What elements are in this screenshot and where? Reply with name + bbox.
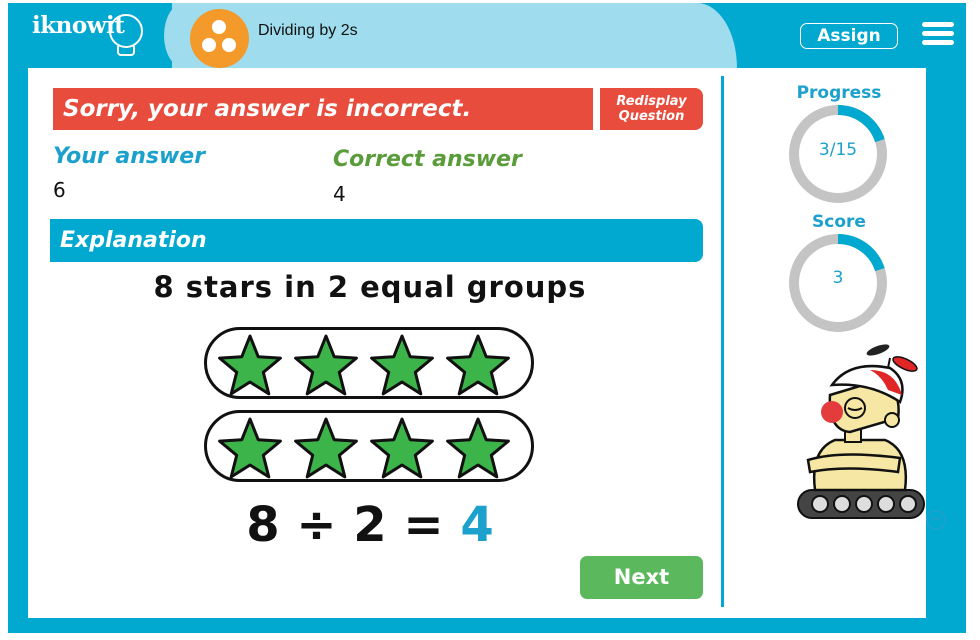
progress-label: Progress <box>796 83 882 103</box>
score-label: Score <box>812 212 866 232</box>
your-answer-label: Your answer <box>53 144 206 169</box>
star-icon <box>218 417 282 479</box>
correct-answer-label: Correct answer <box>333 147 522 172</box>
logo-bulb-base <box>117 46 135 56</box>
star-icon <box>218 334 282 396</box>
next-button[interactable]: Next <box>580 556 703 599</box>
progress-value: 3/15 <box>818 140 858 160</box>
star-icon <box>446 417 510 479</box>
redisplay-label-line2: Question <box>618 109 685 124</box>
equation-answer: 4 <box>460 497 494 553</box>
star-icon <box>294 334 358 396</box>
score-value: 3 <box>832 268 844 288</box>
equation-left: 8 ÷ 2 = <box>246 497 444 553</box>
star-icon <box>370 334 434 396</box>
assign-button[interactable]: Assign <box>800 23 898 49</box>
correct-answer-value: 4 <box>333 182 346 206</box>
explanation-header: Explanation <box>50 219 703 262</box>
division-equation: 8 ÷ 2 = 4 <box>200 497 540 553</box>
hamburger-menu-icon[interactable] <box>922 22 954 45</box>
incorrect-message: Sorry, your answer is incorrect. <box>53 88 593 130</box>
your-answer-value: 6 <box>53 178 66 202</box>
topic-tab <box>164 3 737 68</box>
redisplay-question-button[interactable]: Redisplay Question <box>600 88 703 130</box>
topic-title: Dividing by 2s <box>258 22 358 39</box>
star-icon <box>446 334 510 396</box>
explanation-title: 8 stars in 2 equal groups <box>153 270 587 304</box>
star-group <box>204 327 534 399</box>
redisplay-label-line1: Redisplay <box>616 94 687 109</box>
star-icon <box>370 417 434 479</box>
robot-mascot-icon <box>797 344 925 519</box>
star-icon <box>294 417 358 479</box>
sidebar-divider <box>721 76 724 607</box>
star-group <box>204 410 534 482</box>
logo-bulb-icon <box>109 14 143 48</box>
resize-arrows-icon[interactable]: ↔ <box>926 510 946 530</box>
three-dots-icon <box>190 9 249 68</box>
